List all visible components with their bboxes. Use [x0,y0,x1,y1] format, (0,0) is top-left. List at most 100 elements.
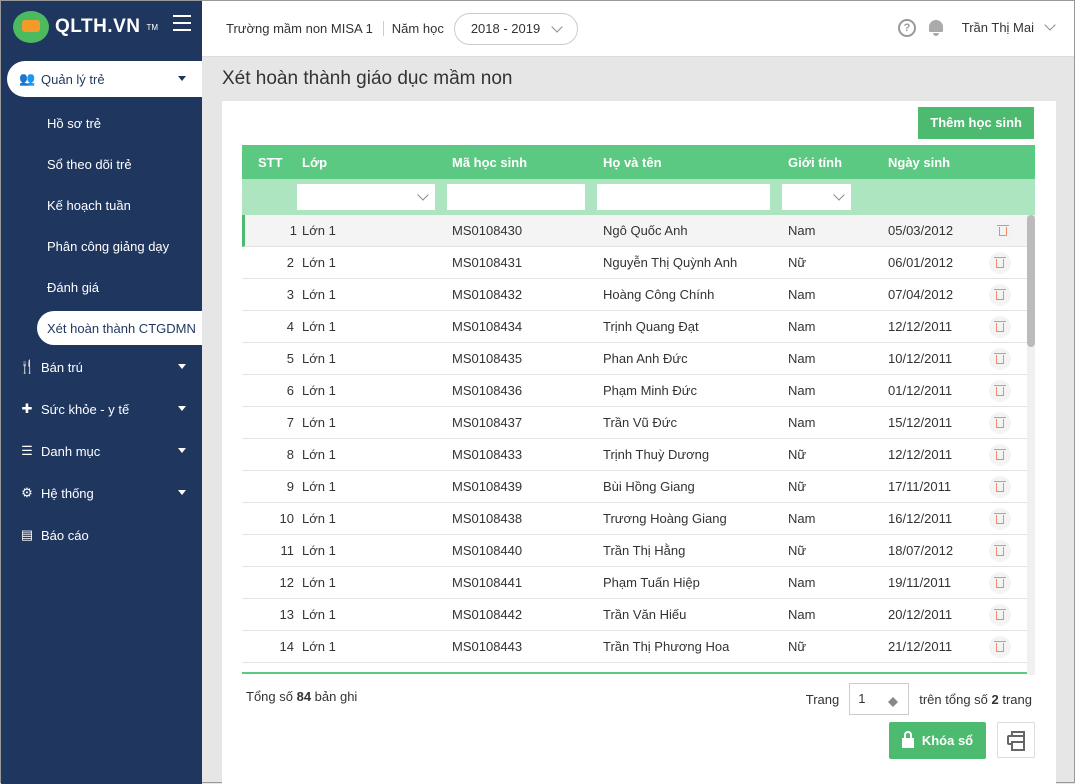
student-code-filter-input[interactable] [447,184,585,210]
delete-icon[interactable] [989,380,1011,402]
table-scrollbar[interactable] [1027,215,1035,675]
column-header[interactable]: Lớp [302,155,327,170]
sidebar-subitem-0[interactable]: Hồ sơ trẻ [1,103,202,144]
table-row[interactable]: 3 Lớn 1 MS0108432 Hoàng Công Chính Nam 07/04/… [242,279,1035,311]
column-header[interactable]: Họ và tên [603,155,662,170]
table-header: STT Lớp Mã học sinh Họ và tên Giới tính Ngày … [242,145,1035,179]
sidebar-item-0[interactable]: 👥 Quản lý trẻ [7,61,202,97]
page-number-input[interactable]: 1 [849,683,910,715]
table-cell: Trịnh Quang Đạt [603,319,699,334]
table-cell: MS0108430 [452,223,523,238]
scrollbar-thumb[interactable] [1027,215,1035,347]
menu-toggle-icon[interactable] [173,15,191,31]
user-menu[interactable]: Trần Thị Mai [962,20,1034,35]
delete-icon[interactable] [989,252,1011,274]
sidebar-item-4[interactable]: ⚙ Hệ thống [7,475,202,511]
sidebar-subitem-5[interactable]: Xét hoàn thành CTGDMN [37,311,202,345]
school-year-select[interactable]: 2018 - 2019 [453,12,578,45]
delete-icon[interactable] [989,284,1011,306]
bell-icon[interactable] [928,18,944,36]
sidebar-subitem-4[interactable]: Đánh giá [1,267,202,308]
table-row[interactable]: 7 Lớn 1 MS0108437 Trần Vũ Đức Nam 15/12/2011 [242,407,1035,439]
delete-icon[interactable] [989,316,1011,338]
gender-filter-select[interactable] [782,184,851,210]
table-cell: Nguyễn Thị Quỳnh Anh [603,255,738,270]
sidebar-subitem-3[interactable]: Phân công giảng dạy [1,226,202,267]
lock-book-label: Khóa sổ [921,733,974,748]
sidebar-subitem-2[interactable]: Kế hoạch tuần [1,185,202,226]
table-cell: MS0108439 [452,479,523,494]
chevron-down-icon[interactable] [1044,19,1056,31]
sidebar-item-label: Bán trú [41,359,83,375]
table-cell: 7 [286,415,294,430]
table-cell: 12 [279,575,294,590]
spinner-down-icon[interactable] [888,702,899,712]
table-row[interactable]: 10 Lớn 1 MS0108438 Trương Hoàng Giang Nam 16/… [242,503,1035,535]
table-cell: Lớn 1 [302,223,336,238]
table-cell: 20/12/2011 [888,607,953,622]
table-cell: Trần Vũ Đức [603,415,677,430]
lock-book-button[interactable]: Khóa sổ [889,722,986,759]
table-row[interactable]: 6 Lớn 1 MS0108436 Phạm Minh Đức Nam 01/12/201… [242,375,1035,407]
delete-icon[interactable] [989,412,1011,434]
table-cell: Hoàng Công Chính [603,287,715,302]
student-table: STT Lớp Mã học sinh Họ và tên Giới tính Ngày … [242,145,1035,674]
table-cell: MS0108440 [452,543,523,558]
sidebar-item-1[interactable]: 🍴 Bán trú [7,349,202,385]
table-cell: 8 [286,447,294,462]
sidebar-item-2[interactable]: ✚ Sức khỏe - y tế [7,391,202,427]
delete-icon[interactable] [989,348,1011,370]
table-row[interactable]: 9 Lớn 1 MS0108439 Bùi Hồng Giang Nữ 17/11/201… [242,471,1035,503]
column-header[interactable]: Ngày sinh [888,155,950,170]
table-cell: Trần Văn Hiếu [603,607,687,622]
table-row[interactable]: 2 Lớn 1 MS0108431 Nguyễn Thị Quỳnh Anh Nữ 06/… [242,247,1035,279]
page-number: 1 [858,691,866,706]
table-row[interactable]: 1 Lớn 1 MS0108430 Ngô Quốc Anh Nam 05/03/2012 [242,215,1035,247]
table-row[interactable]: 14 Lớn 1 MS0108443 Trần Thị Phương Hoa Nữ 21/… [242,631,1035,663]
table-cell: Lớn 1 [302,543,336,558]
delete-icon[interactable] [989,540,1011,562]
table-row[interactable]: 8 Lớn 1 MS0108433 Trịnh Thuỳ Dương Nữ 12/12/2… [242,439,1035,471]
class-filter-select[interactable] [297,184,435,210]
table-cell: MS0108435 [452,351,523,366]
sidebar-subitem-1[interactable]: Sổ theo dõi trẻ [1,144,202,185]
table-row[interactable]: 4 Lớn 1 MS0108434 Trịnh Quang Đạt Nam 12/12/2… [242,311,1035,343]
printer-icon [1007,731,1025,751]
table-row[interactable]: 12 Lớn 1 MS0108441 Phạm Tuấn Hiệp Nam 19/11/2… [242,567,1035,599]
brand-name: QLTH.VN [55,16,141,37]
name-filter-input[interactable] [597,184,770,210]
table-row[interactable]: 13 Lớn 1 MS0108442 Trần Văn Hiếu Nam 20/12/20… [242,599,1035,631]
spinner-up-icon[interactable] [888,692,899,702]
column-header[interactable]: STT [258,155,283,170]
page-total: trên tổng số 2 trang [919,692,1032,707]
table-cell: Nữ [788,447,807,462]
utensils-icon: 🍴 [19,359,36,374]
sidebar-item-label: Danh mục [41,443,101,459]
delete-icon[interactable] [989,636,1011,658]
table-cell: MS0108431 [452,255,523,270]
table-cell: 15/12/2011 [888,415,953,430]
table-row[interactable]: 11 Lớn 1 MS0108440 Trần Thị Hằng Nữ 18/07/201… [242,535,1035,567]
delete-icon[interactable] [989,508,1011,530]
sidebar-item-5[interactable]: ▤ Báo cáo [7,517,202,553]
table-cell: Nam [788,415,816,430]
table-cell: Lớn 1 [302,415,336,430]
table-cell: Lớn 1 [302,351,336,366]
logo[interactable]: QLTH.VN TM [13,11,158,43]
table-row[interactable]: 5 Lớn 1 MS0108435 Phan Anh Đức Nam 10/12/2011 [242,343,1035,375]
delete-icon[interactable] [989,604,1011,626]
table-cell: 2 [286,255,294,270]
print-button[interactable] [997,722,1035,758]
delete-icon[interactable] [989,444,1011,466]
delete-icon[interactable] [992,220,1014,242]
sidebar-item-label: Sức khỏe - y tế [41,401,130,417]
table-cell: MS0108434 [452,319,523,334]
sidebar-item-3[interactable]: ☰ Danh mục [7,433,202,469]
delete-icon[interactable] [989,572,1011,594]
help-icon[interactable]: ? [898,19,916,37]
column-header[interactable]: Giới tính [788,155,842,170]
table-cell: Lớn 1 [302,287,336,302]
delete-icon[interactable] [989,476,1011,498]
column-header[interactable]: Mã học sinh [452,155,527,170]
add-student-button[interactable]: Thêm học sinh [918,107,1034,139]
